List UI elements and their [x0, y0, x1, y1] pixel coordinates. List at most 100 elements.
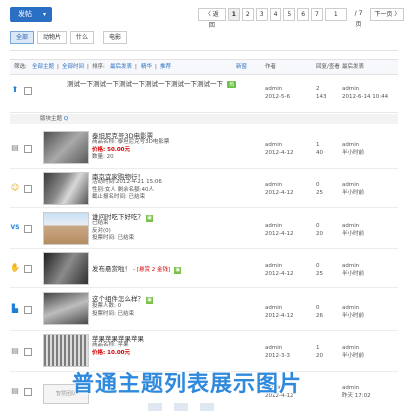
filter-movie[interactable]: 电影 — [103, 31, 128, 44]
sticky-thread-row: ⬆ 测试一下测试一下测试一下测试一下测试一下测试一下 热 admin 2012-… — [10, 76, 398, 113]
row-checkbox[interactable] — [24, 225, 32, 233]
all-time-link[interactable]: 全部时间 — [62, 60, 84, 74]
author-name[interactable]: admin — [265, 262, 293, 270]
recommend-link[interactable]: 推荐 — [160, 60, 171, 74]
thread-title-link[interactable]: 测试一下测试一下测试一下测试一下测试一下测试一下 热 — [67, 78, 237, 88]
view-count: 25 — [316, 190, 323, 196]
author-name[interactable]: admin — [265, 141, 293, 149]
info-line: 截止报名时间: 已结束 — [92, 194, 146, 200]
author-cell: admin 2012-5-6 — [265, 85, 290, 101]
thread-info: 活动时间:2012-4-21 15:06 性别:女人 剩余名额:40人 截止报名… — [92, 179, 162, 202]
new-window-toggle[interactable]: 新窗 — [236, 60, 247, 74]
price: 价格: 10.00元 — [92, 349, 131, 356]
view-count: 20 — [316, 231, 323, 237]
author-date: 2012-5-6 — [265, 94, 290, 100]
folder-icon: ▤ — [11, 143, 19, 152]
all-topics-link[interactable]: 全部主题 — [32, 60, 54, 74]
author-name[interactable]: admin — [265, 85, 290, 93]
row-checkbox[interactable] — [24, 306, 32, 314]
row-checkbox[interactable] — [24, 388, 32, 396]
last-author[interactable]: admin — [342, 304, 364, 312]
last-author[interactable]: admin — [342, 222, 364, 230]
thread-list-header: 筛选: 全部主题 | 全部时间 | 排序: 最后发表 | 精华 | 推荐 新窗 … — [10, 59, 398, 75]
pager-page-5[interactable]: 5 — [283, 8, 296, 21]
thread-thumbnail[interactable] — [43, 334, 89, 367]
thread-info: 商品名称: 泰坦尼克号3D电影票 价格: 50.00元 数量: 20 — [92, 139, 169, 162]
thread-title-link[interactable]: 发布悬赏啦！ - [悬赏 2 金钱] ▣ — [92, 263, 182, 274]
search-icon: Q — [63, 116, 69, 122]
pager-page-7[interactable]: 7 — [311, 8, 323, 21]
sort-latest-link[interactable]: 最后发表 — [110, 60, 132, 74]
pager-page-1[interactable]: 1 — [227, 8, 240, 21]
row-checkbox[interactable] — [24, 87, 32, 95]
row-checkbox[interactable] — [24, 145, 32, 153]
reply-count: 2 — [316, 86, 320, 92]
thread-row: ▙ 这个组件怎么样？ ▣ 投票人数: 0 投票时间: 已结束 admin 2012-… — [10, 288, 398, 331]
thread-thumbnail[interactable] — [43, 172, 89, 205]
thread-thumbnail[interactable] — [43, 292, 89, 325]
thread-info: 已结束 反对(0) 投票时间: 已结束 — [92, 220, 134, 243]
filter-label: 筛选: — [14, 64, 27, 70]
pager-page-2[interactable]: 2 — [241, 8, 254, 21]
filter-all[interactable]: 全部 — [10, 31, 35, 44]
pager-total: / 7页 — [348, 8, 369, 28]
last-author[interactable]: admin — [342, 141, 364, 149]
thread-info: 投票人数: 0 投票时间: 已结束 — [92, 303, 134, 318]
author-name[interactable]: admin — [265, 304, 293, 312]
author-date: 2012-4-12 — [265, 231, 294, 237]
pager-page-input[interactable]: 1 — [324, 8, 347, 21]
last-time: 半小时前 — [342, 353, 365, 359]
info-line: 反对(0) — [92, 227, 111, 234]
row-checkbox[interactable] — [24, 185, 32, 193]
pager-page-6[interactable]: 6 — [297, 8, 310, 21]
thread-thumbnail[interactable] — [43, 212, 89, 245]
last-post-cell: admin 2012-6-14 10:44 — [342, 85, 388, 101]
hot-badge: 热 — [227, 81, 237, 88]
thread-thumbnail[interactable] — [43, 252, 89, 285]
overlay-caption: 普通主题列表展示图片 — [72, 372, 303, 397]
thread-thumbnail[interactable] — [43, 131, 89, 164]
last-author[interactable]: admin — [342, 384, 371, 392]
thread-title-text: 这个组件怎么样？ — [92, 295, 144, 303]
top-toolbar: 发帖 ▾ 〈 返回 1 2 3 4 5 6 7 1 / 7页 下一页 〉 — [0, 0, 404, 30]
last-time: 2012-6-14 10:44 — [342, 94, 389, 100]
subhead-label: 版块主题 — [40, 116, 63, 122]
digest-link[interactable]: 精华 — [141, 60, 152, 74]
info-line: 性别:女人 剩余名额:40人 — [92, 186, 154, 193]
last-time: 半小时前 — [342, 150, 365, 156]
row-checkbox[interactable] — [24, 348, 32, 356]
image-attachment-icon: ▣ — [174, 267, 182, 274]
last-author[interactable]: admin — [342, 85, 388, 93]
forum-threads-subheader: 版块主题 Q — [10, 114, 398, 124]
thread-row: ✋ 发布悬赏啦！ - [悬赏 2 金钱] ▣ admin 2012-4-12 02… — [10, 249, 398, 288]
thread-row: VS 谁问时吃下好吃？ ▣ 已结束 反对(0) 投票时间: 已结束 admin 20… — [10, 208, 398, 249]
author-date: 2012-4-12 — [265, 313, 294, 319]
last-author[interactable]: admin — [342, 262, 364, 270]
thread-row: ▤ 泰坦尼克号3D电影票 商品名称: 泰坦尼克号3D电影票 价格: 50.00元… — [10, 127, 398, 169]
reply-count: 0 — [316, 263, 320, 269]
post-button[interactable]: 发帖 ▾ — [10, 7, 52, 22]
author-name[interactable]: admin — [265, 181, 293, 189]
author-name[interactable]: admin — [265, 222, 293, 230]
row-checkbox[interactable] — [24, 265, 32, 273]
pager-page-3[interactable]: 3 — [255, 8, 268, 21]
header-sep-1: | — [57, 64, 59, 70]
reward-hand-icon: ✋ — [10, 263, 20, 272]
pager-next-button[interactable]: 下一页 〉 — [370, 8, 404, 21]
view-count: 143 — [316, 94, 327, 100]
info-line: 商品名称: 苹果 — [92, 342, 129, 348]
filter-activity[interactable]: 动物片 — [37, 31, 68, 44]
reward-amount: - [悬赏 2 金钱] — [133, 267, 171, 273]
last-author[interactable]: admin — [342, 181, 364, 189]
author-date: 2012-4-12 — [265, 190, 294, 196]
filter-whatever[interactable]: 什么 — [70, 31, 95, 44]
thread-row: ☺ 南京宜家购物行！ 活动时间:2012-4-21 15:06 性别:女人 剩余… — [10, 169, 398, 208]
pager-prev-button[interactable]: 〈 返回 — [198, 8, 226, 29]
pager-page-4[interactable]: 4 — [269, 8, 282, 21]
author-name[interactable]: admin — [265, 344, 290, 352]
reply-count: 0 — [316, 305, 320, 311]
last-author[interactable]: admin — [342, 344, 364, 352]
last-time: 半小时前 — [342, 271, 365, 277]
last-time: 半小时前 — [342, 313, 365, 319]
author-date: 2012-4-12 — [265, 271, 294, 277]
